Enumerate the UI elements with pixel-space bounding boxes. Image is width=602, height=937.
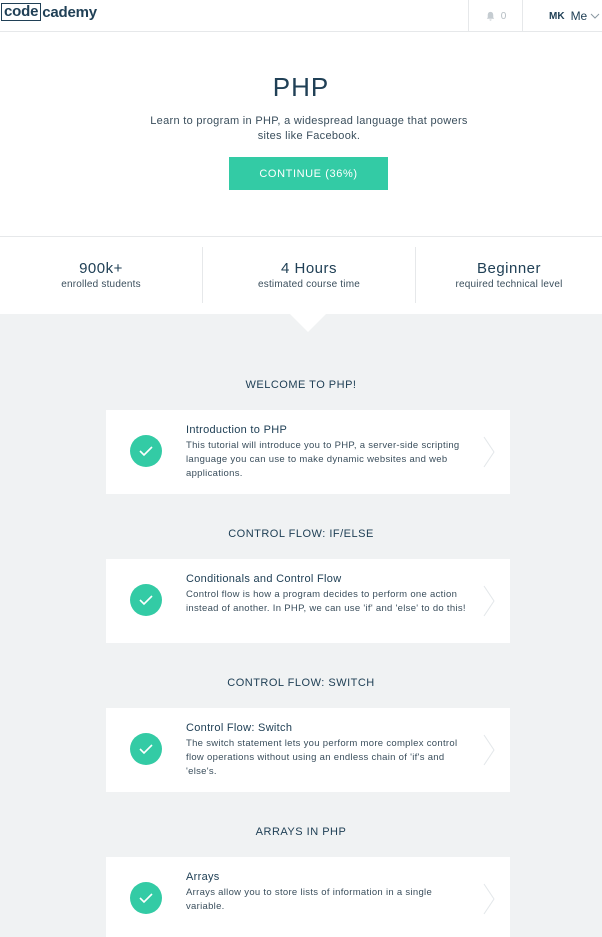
section-pointer bbox=[290, 314, 326, 332]
lesson-title: Introduction to PHP bbox=[186, 424, 288, 436]
stat-enrolled: 900k+ enrolled students bbox=[0, 247, 202, 303]
course-hero: PHP Learn to program in PHP, a widesprea… bbox=[0, 32, 602, 236]
section-title: WELCOME TO PHP! bbox=[245, 379, 357, 391]
user-initials: MK bbox=[549, 10, 565, 22]
stat-label: estimated course time bbox=[257, 279, 361, 290]
stat-value: 4 Hours bbox=[280, 260, 338, 277]
section-title: CONTROL FLOW: SWITCH bbox=[227, 677, 375, 689]
lesson-title: Conditionals and Control Flow bbox=[186, 573, 342, 585]
lesson-card[interactable]: Conditionals and Control Flow Control fl… bbox=[106, 559, 510, 643]
lesson-card[interactable]: Arrays Arrays allow you to store lists o… bbox=[106, 857, 510, 937]
completed-badge bbox=[130, 584, 162, 616]
user-menu[interactable]: MK Me bbox=[549, 0, 600, 32]
continue-button[interactable]: CONTINUE (36%) bbox=[229, 157, 388, 190]
chevron-right-icon bbox=[483, 585, 495, 617]
logo-text: cademy bbox=[42, 3, 97, 21]
completed-badge bbox=[130, 733, 162, 765]
lesson-card[interactable]: Control Flow: Switch The switch statemen… bbox=[106, 708, 510, 792]
course-stats: 900k+ enrolled students 4 Hours estimate… bbox=[0, 236, 602, 314]
lesson-description: This tutorial will introduce you to PHP,… bbox=[186, 440, 460, 479]
check-icon bbox=[139, 446, 153, 457]
user-menu-toggle[interactable]: Me bbox=[571, 9, 601, 23]
chevron-right-icon bbox=[483, 436, 495, 468]
lesson-title: Arrays bbox=[186, 871, 220, 883]
check-icon bbox=[139, 595, 153, 606]
stat-value: 900k+ bbox=[79, 260, 123, 277]
stat-level: Beginner required technical level bbox=[415, 247, 602, 303]
check-icon bbox=[139, 744, 153, 755]
top-navbar: code cademy 0 MK Me bbox=[0, 0, 602, 32]
stat-label: required technical level bbox=[455, 279, 563, 290]
lesson-title: Control Flow: Switch bbox=[186, 722, 293, 734]
chevron-right-icon bbox=[483, 883, 495, 915]
check-icon bbox=[139, 893, 153, 904]
section-title: CONTROL FLOW: IF/ELSE bbox=[228, 528, 374, 540]
logo-boxed-text: code bbox=[1, 3, 42, 21]
course-description: Learn to program in PHP, a widespread la… bbox=[150, 115, 468, 142]
chevron-down-icon bbox=[590, 13, 600, 19]
codecademy-logo[interactable]: code cademy bbox=[1, 2, 97, 22]
lesson-card[interactable]: Introduction to PHP This tutorial will i… bbox=[106, 410, 510, 494]
section-title: ARRAYS IN PHP bbox=[255, 826, 347, 838]
user-menu-label: Me bbox=[570, 9, 588, 23]
chevron-right-icon bbox=[483, 734, 495, 766]
lesson-description: Arrays allow you to store lists of infor… bbox=[186, 887, 433, 912]
stat-course-time: 4 Hours estimated course time bbox=[202, 247, 415, 303]
notifications-button[interactable]: 0 bbox=[468, 0, 523, 32]
completed-badge bbox=[130, 882, 162, 914]
lesson-list: WELCOME TO PHP! Introduction to PHP This… bbox=[0, 314, 602, 937]
bell-icon bbox=[486, 11, 494, 21]
lesson-description: Control flow is how a program decides to… bbox=[186, 589, 466, 614]
course-title: PHP bbox=[272, 72, 330, 102]
notifications-count: 0 bbox=[500, 10, 507, 22]
stat-label: enrolled students bbox=[61, 279, 141, 290]
lesson-description: The switch statement lets you perform mo… bbox=[186, 738, 458, 777]
completed-badge bbox=[130, 435, 162, 467]
stat-value: Beginner bbox=[476, 260, 542, 277]
